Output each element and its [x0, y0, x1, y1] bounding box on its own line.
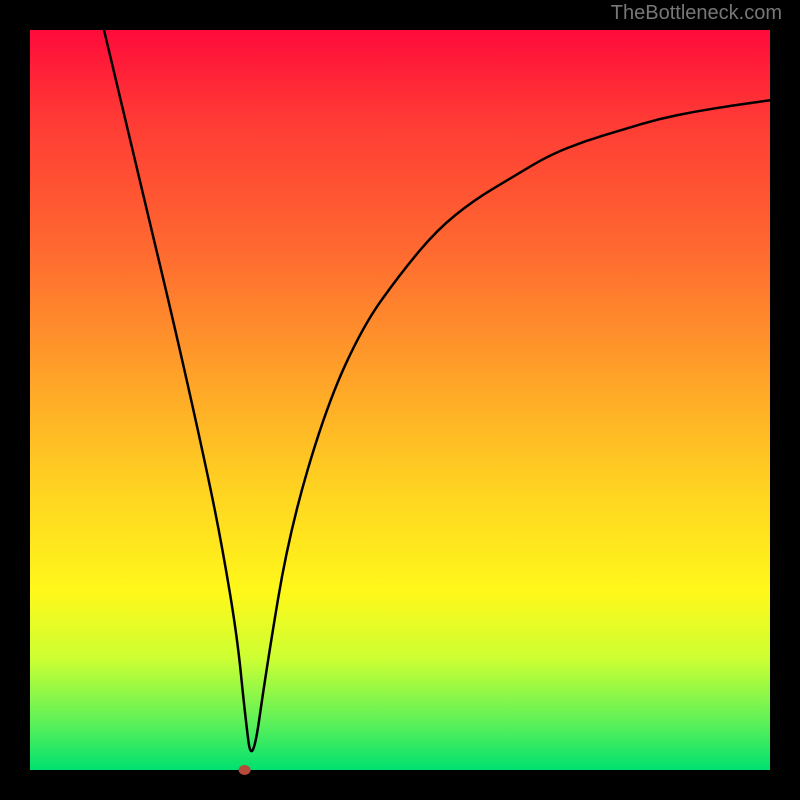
chart-container: TheBottleneck.com [0, 0, 800, 800]
minimum-marker [239, 765, 251, 775]
plot-area [30, 30, 770, 770]
attribution-text: TheBottleneck.com [611, 2, 782, 25]
chart-svg [30, 30, 770, 770]
bottleneck-curve [104, 30, 770, 751]
